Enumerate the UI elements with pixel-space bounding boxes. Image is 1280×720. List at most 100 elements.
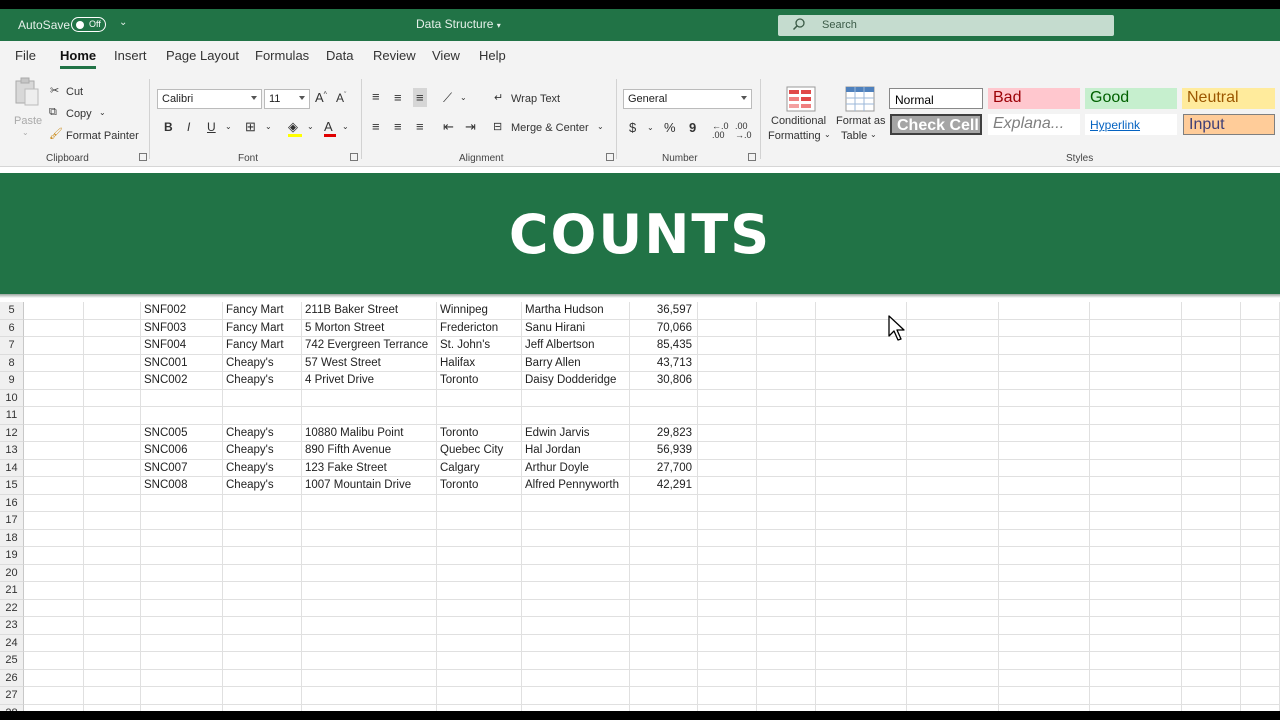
grid-cell[interactable] [999,617,1090,635]
grid-cell[interactable] [522,704,630,711]
grid-cell[interactable] [757,459,816,477]
grid-cell[interactable] [757,354,816,372]
grid-cell[interactable] [698,704,757,711]
font-size-select[interactable]: 11 [264,89,310,109]
grid-cell[interactable] [698,459,757,477]
grid-cell[interactable] [24,547,84,565]
grid-cell[interactable] [1090,582,1182,600]
grid-cell[interactable] [757,442,816,460]
grid-cell[interactable] [1182,652,1241,670]
grid-cell[interactable] [24,687,84,705]
grid-cell[interactable] [302,389,437,407]
grid-cell[interactable] [1090,547,1182,565]
grid-cell[interactable] [141,529,223,547]
grid-cell[interactable] [907,354,999,372]
document-title[interactable]: Data Structure ▾ [416,17,501,31]
grid-cell[interactable] [223,599,302,617]
row-header[interactable]: 22 [0,599,24,617]
grid-cell[interactable] [698,337,757,355]
grid-cell[interactable] [1241,599,1280,617]
grid-cell[interactable] [84,372,141,390]
grid-cell[interactable]: 27,700 [630,459,698,477]
grid-cell[interactable] [223,704,302,711]
decrease-decimal-icon[interactable]: .00 →.0 [735,122,752,140]
grid-cell[interactable] [698,599,757,617]
grid-cell[interactable] [302,407,437,425]
grid-cell[interactable]: Arthur Doyle [522,459,630,477]
row-header[interactable]: 5 [0,302,24,320]
grid-cell[interactable] [816,477,907,495]
grid-cell[interactable] [816,372,907,390]
grid-cell[interactable]: 42,291 [630,477,698,495]
grid-cell[interactable] [24,337,84,355]
grid-cell[interactable] [522,669,630,687]
font-color-icon[interactable]: A [324,120,336,137]
tab-file[interactable]: File [15,48,36,63]
grid-cell[interactable] [141,494,223,512]
grid-cell[interactable] [907,494,999,512]
grid-cell[interactable] [223,652,302,670]
grid-cell[interactable] [698,354,757,372]
grid-cell[interactable] [757,652,816,670]
grid-cell[interactable]: SNF002 [141,302,223,320]
grid-cell[interactable] [1090,512,1182,530]
grid-cell[interactable] [522,582,630,600]
grid-cell[interactable] [698,582,757,600]
grid-cell[interactable] [1182,529,1241,547]
grid-cell[interactable] [698,652,757,670]
grid-cell[interactable] [816,389,907,407]
style-hyperlink[interactable]: Hyperlink [1085,114,1177,135]
grid-cell[interactable] [302,599,437,617]
grid-cell[interactable] [816,652,907,670]
grid-cell[interactable] [84,564,141,582]
currency-button[interactable]: $ [629,121,636,134]
grid-cell[interactable] [1090,617,1182,635]
grid-cell[interactable]: 890 Fifth Avenue [302,442,437,460]
grid-cell[interactable] [1182,564,1241,582]
grid-cell[interactable] [1182,599,1241,617]
grid-cell[interactable] [141,407,223,425]
grid-cell[interactable]: Quebec City [437,442,522,460]
format-as-table-label-1[interactable]: Format as [836,115,886,127]
grid-cell[interactable] [84,477,141,495]
grid-cell[interactable] [999,477,1090,495]
grid-cell[interactable] [522,389,630,407]
grid-cell[interactable] [1241,547,1280,565]
row-header[interactable]: 17 [0,512,24,530]
autosave-toggle[interactable]: Off [71,17,106,32]
grid-cell[interactable] [141,582,223,600]
grid-cell[interactable] [630,582,698,600]
grid-cell[interactable]: 10880 Malibu Point [302,424,437,442]
grid-cell[interactable] [1182,389,1241,407]
grid-cell[interactable] [84,319,141,337]
grid-cell[interactable] [757,302,816,320]
grid-cell[interactable] [907,634,999,652]
search-box[interactable]: Search [778,15,1114,36]
grid-cell[interactable] [698,442,757,460]
grid-cell[interactable] [223,407,302,425]
grid-cell[interactable] [630,389,698,407]
row-header[interactable]: 14 [0,459,24,477]
align-left-icon[interactable]: ≡ [372,120,380,133]
row-header[interactable]: 13 [0,442,24,460]
grid-cell[interactable] [522,494,630,512]
currency-dropdown-icon[interactable]: ⌄ [647,124,654,132]
grid-cell[interactable]: Halifax [437,354,522,372]
grid-cell[interactable] [1182,302,1241,320]
grid-cell[interactable] [437,599,522,617]
grid-cell[interactable] [907,424,999,442]
grid-cell[interactable] [698,372,757,390]
grid-cell[interactable] [437,704,522,711]
grid-cell[interactable] [437,407,522,425]
grid-cell[interactable]: Barry Allen [522,354,630,372]
grid-cell[interactable] [84,459,141,477]
grid-cell[interactable] [999,529,1090,547]
grid-cell[interactable]: 85,435 [630,337,698,355]
grid-cell[interactable] [1241,372,1280,390]
grid-cell[interactable]: Cheapy's [223,459,302,477]
grid-cell[interactable] [1241,617,1280,635]
grid-cell[interactable] [757,617,816,635]
grid-cell[interactable] [437,617,522,635]
grid-cell[interactable] [999,669,1090,687]
grid-cell[interactable] [1182,494,1241,512]
